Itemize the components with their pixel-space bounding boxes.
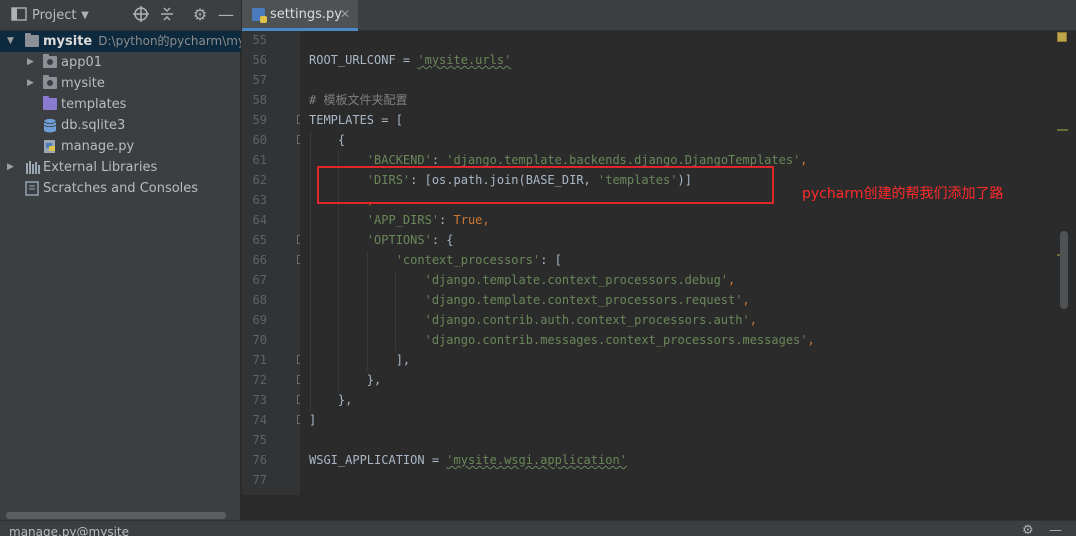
tree-item-label: templates xyxy=(61,97,127,112)
bottom-tool-window-title[interactable]: manage.py@mysite xyxy=(9,525,129,536)
code-line-69: 'django.contrib.auth.context_processors.… xyxy=(309,313,757,327)
gear-icon[interactable]: ⚙ xyxy=(1022,523,1034,536)
tab-label: settings.py xyxy=(270,7,342,22)
code-line-71: ], xyxy=(309,353,411,367)
line-number: 55 xyxy=(252,33,267,47)
python-file-icon xyxy=(43,139,57,153)
code-line-72: }, xyxy=(309,373,382,387)
line-number: 74 xyxy=(252,413,267,427)
scratches-icon xyxy=(25,181,39,196)
folder-icon xyxy=(25,33,39,47)
line-number: 71 xyxy=(252,353,267,367)
tree-item-external-libraries[interactable]: ▶ External Libraries xyxy=(0,157,241,178)
line-number: 70 xyxy=(252,333,267,347)
project-view-dropdown[interactable]: Project xyxy=(32,8,76,23)
python-file-icon xyxy=(252,8,267,23)
project-panel: Project ▼ ⚙ — ▼ mysite D:\python的pycharm\… xyxy=(0,0,241,536)
tree-item-manage-py[interactable]: manage.py xyxy=(0,136,241,157)
code-line-76: WSGI_APPLICATION = 'mysite.wsgi.applicat… xyxy=(309,453,627,467)
package-folder-icon xyxy=(43,54,57,68)
code-line-58: # 模板文件夹配置 xyxy=(309,93,408,107)
line-number: 65 xyxy=(252,233,267,247)
tree-item-templates[interactable]: templates xyxy=(0,94,241,115)
code-line-59: TEMPLATES = [ xyxy=(309,113,403,127)
templates-folder-icon xyxy=(43,96,57,110)
line-number: 68 xyxy=(252,293,267,307)
code-line-65: 'OPTIONS': { xyxy=(309,233,454,247)
code-line-68: 'django.template.context_processors.requ… xyxy=(309,293,750,307)
tree-item-label: manage.py xyxy=(61,139,135,154)
tree-item-label: app01 xyxy=(61,55,103,70)
collapse-all-icon[interactable] xyxy=(158,6,176,24)
line-number: 62 xyxy=(252,173,267,187)
warning-marker[interactable] xyxy=(1057,129,1068,131)
line-number: 66 xyxy=(252,253,267,267)
code-line-56: ROOT_URLCONF = 'mysite.urls' xyxy=(309,53,512,67)
code-line-66: 'context_processors': [ xyxy=(309,253,562,267)
libraries-icon xyxy=(25,160,40,174)
line-number: 75 xyxy=(252,433,267,447)
line-number: 57 xyxy=(252,73,267,87)
line-number: 59 xyxy=(252,113,267,127)
line-number: 56 xyxy=(252,53,267,67)
line-number: 77 xyxy=(252,473,267,487)
expand-arrow-icon[interactable]: ▶ xyxy=(7,157,17,178)
inspection-status-icon[interactable] xyxy=(1057,32,1067,42)
code-line-74: ] xyxy=(309,413,317,427)
line-number-gutter: 55 56 57 58 59 60 61 62 63 64 65 66 67 6… xyxy=(242,31,306,495)
expand-arrow-icon[interactable]: ▶ xyxy=(27,73,37,94)
minimize-icon[interactable]: — xyxy=(1049,523,1062,536)
editor-bottom-area xyxy=(242,495,1076,520)
tree-item-label: db.sqlite3 xyxy=(61,118,126,133)
line-number: 64 xyxy=(252,213,267,227)
code-line-64: 'APP_DIRS': True, xyxy=(309,213,490,227)
line-number: 58 xyxy=(252,93,267,107)
editor-tab-bar: settings.py ✕ xyxy=(242,0,1076,31)
minimize-icon[interactable]: — xyxy=(217,6,235,24)
line-number: 67 xyxy=(252,273,267,287)
gear-icon[interactable]: ⚙ xyxy=(191,6,209,24)
tree-item-db-sqlite3[interactable]: db.sqlite3 xyxy=(0,115,241,136)
locate-target-icon[interactable] xyxy=(132,6,150,24)
bottom-tool-window-header: manage.py@mysite ⚙ — xyxy=(0,520,1076,536)
annotation-highlight-box xyxy=(317,166,774,204)
editor-vertical-scrollbar[interactable] xyxy=(1060,231,1068,309)
tree-item-mysite-root[interactable]: ▼ mysite D:\python的pycharm\mysi xyxy=(0,31,241,52)
line-number: 61 xyxy=(252,153,267,167)
line-number: 63 xyxy=(252,193,267,207)
annotation-text: pycharm创建的帮我们添加了路 xyxy=(802,186,1004,202)
tree-item-app01[interactable]: ▶ app01 xyxy=(0,52,241,73)
database-icon xyxy=(43,118,57,133)
code-line-67: 'django.template.context_processors.debu… xyxy=(309,273,736,287)
project-horizontal-scrollbar[interactable] xyxy=(6,512,226,519)
line-number: 73 xyxy=(252,393,267,407)
line-number: 76 xyxy=(252,453,267,467)
chevron-down-icon[interactable]: ▼ xyxy=(76,7,94,25)
line-number: 69 xyxy=(252,313,267,327)
code-editor[interactable]: ROOT_URLCONF = 'mysite.urls' # 模板文件夹配置 T… xyxy=(300,31,1056,495)
code-line-60: { xyxy=(309,133,346,147)
tree-item-scratches[interactable]: Scratches and Consoles xyxy=(0,178,241,199)
line-number: 60 xyxy=(252,133,267,147)
project-toolbar: Project ▼ ⚙ — xyxy=(0,0,241,31)
line-number: 72 xyxy=(252,373,267,387)
code-line-70: 'django.contrib.messages.context_process… xyxy=(309,333,815,347)
tree-item-label: mysite xyxy=(43,34,93,49)
tab-settings-py[interactable]: settings.py ✕ xyxy=(242,0,358,31)
tree-item-label: mysite xyxy=(61,76,105,91)
tree-item-path: D:\python的pycharm\mysi xyxy=(98,34,241,48)
expand-arrow-icon[interactable]: ▶ xyxy=(27,52,37,73)
tree-item-mysite[interactable]: ▶ mysite xyxy=(0,73,241,94)
tree-item-label: Scratches and Consoles xyxy=(43,181,199,196)
expand-arrow-icon[interactable]: ▼ xyxy=(7,31,17,52)
project-view-icon[interactable] xyxy=(10,7,28,25)
package-folder-icon xyxy=(43,75,57,89)
code-line-73: }, xyxy=(309,393,353,407)
tree-item-label: External Libraries xyxy=(43,160,158,175)
close-icon[interactable]: ✕ xyxy=(340,7,350,21)
